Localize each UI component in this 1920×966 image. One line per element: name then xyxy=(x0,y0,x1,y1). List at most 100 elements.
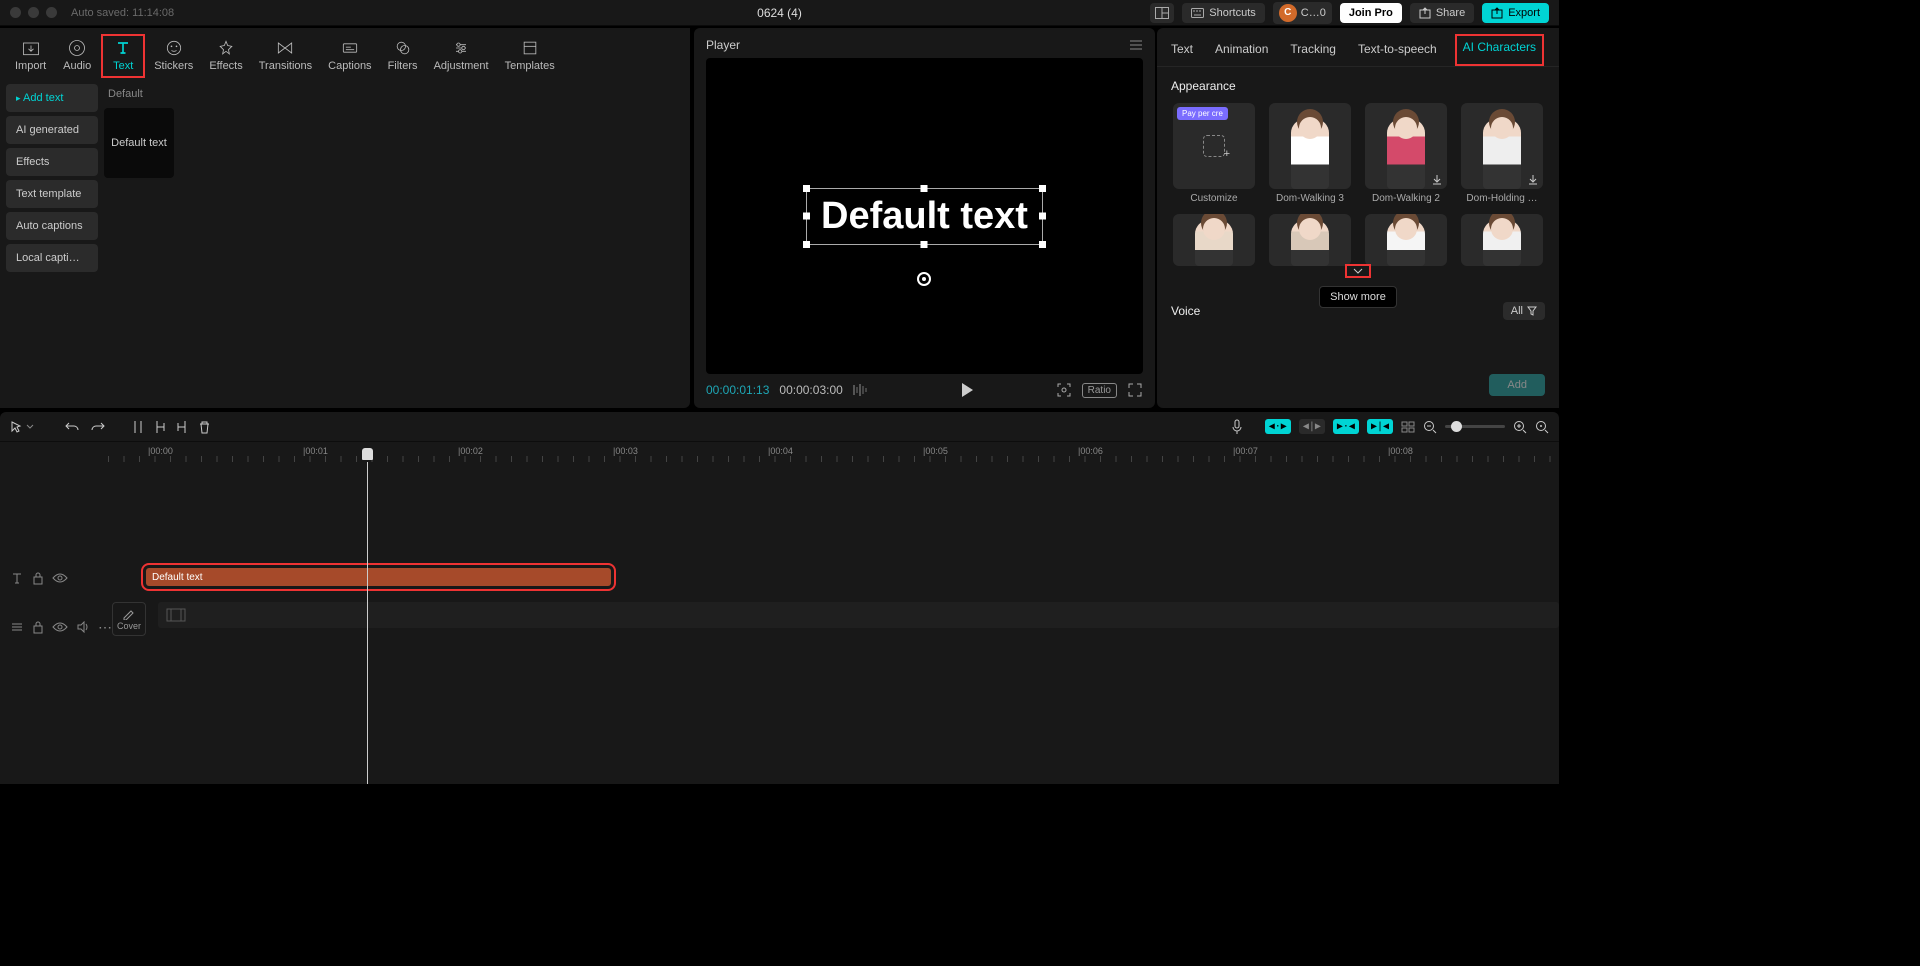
sidebar-local-captions[interactable]: Local capti… xyxy=(6,244,98,272)
tool-audio[interactable]: Audio xyxy=(55,34,99,78)
char-customize[interactable]: Pay per cre Customize xyxy=(1171,103,1257,204)
playhead[interactable] xyxy=(367,462,368,784)
zoom-slider-thumb[interactable] xyxy=(1451,421,1462,432)
tool-adjustment[interactable]: Adjustment xyxy=(427,34,496,78)
trim-right-tool[interactable] xyxy=(176,420,188,434)
sidebar-text-template[interactable]: Text template xyxy=(6,180,98,208)
titlebar: Auto saved: 11:14:08 0624 (4) Shortcuts … xyxy=(0,0,1559,26)
sidebar-ai-generated[interactable]: AI generated xyxy=(6,116,98,144)
volume-meter-icon xyxy=(853,383,879,397)
pointer-tool[interactable] xyxy=(10,420,34,434)
cover-button[interactable]: Cover xyxy=(112,602,146,636)
delete-button[interactable] xyxy=(198,420,211,434)
share-button[interactable]: Share xyxy=(1410,3,1474,23)
undo-button[interactable] xyxy=(64,420,80,434)
window-controls[interactable] xyxy=(10,7,57,18)
resize-handle-tc[interactable] xyxy=(921,185,928,192)
export-icon xyxy=(1491,7,1503,19)
snap-chip-3[interactable]: ▶·◀ xyxy=(1333,419,1359,434)
snap-chip-4[interactable]: ▶|◀ xyxy=(1367,419,1393,434)
preview-canvas[interactable]: Default text xyxy=(706,58,1143,374)
trim-left-tool[interactable] xyxy=(154,420,166,434)
reorder-icon[interactable] xyxy=(10,620,24,634)
split-tool[interactable] xyxy=(132,420,144,434)
zoom-slider[interactable] xyxy=(1445,425,1505,428)
preview-text: Default text xyxy=(821,195,1028,238)
resize-handle-br[interactable] xyxy=(1039,241,1046,248)
resize-handle-ml[interactable] xyxy=(803,213,810,220)
resize-handle-mr[interactable] xyxy=(1039,213,1046,220)
layout-icon[interactable] xyxy=(1150,3,1174,23)
tool-transitions[interactable]: Transitions xyxy=(252,34,319,78)
tab-tts[interactable]: Text-to-speech xyxy=(1354,36,1441,66)
lock-icon[interactable] xyxy=(32,571,44,585)
lock-icon[interactable] xyxy=(32,620,44,634)
ratio-button[interactable]: Ratio xyxy=(1082,383,1117,398)
char-item-8[interactable] xyxy=(1459,214,1545,266)
user-chip[interactable]: C C…0 xyxy=(1273,2,1332,24)
default-text-asset[interactable]: Default text xyxy=(104,108,174,178)
asset-browser: Default Default text xyxy=(104,84,684,402)
char-dom-walking-2[interactable]: Dom-Walking 2 xyxy=(1363,103,1449,204)
speaker-icon[interactable] xyxy=(76,621,90,633)
text-bounding-box[interactable]: Default text xyxy=(806,188,1043,245)
scan-icon[interactable] xyxy=(1056,382,1072,398)
zoom-out-icon[interactable] xyxy=(1423,420,1437,434)
resize-handle-bl[interactable] xyxy=(803,241,810,248)
timeline-toolbar: ◀·▶ ◀|▶ ▶·◀ ▶|◀ xyxy=(0,412,1559,442)
sidebar-add-text[interactable]: Add text xyxy=(6,84,98,112)
text-clip[interactable]: Default text xyxy=(146,568,611,586)
timeline-ruler[interactable]: |00:00 |00:01 |00:02 |00:03 |00:04 |00:0… xyxy=(108,442,1559,464)
player-menu-icon[interactable] xyxy=(1129,39,1143,51)
tab-animation[interactable]: Animation xyxy=(1211,36,1272,66)
video-track[interactable]: Cover xyxy=(108,602,1559,636)
timeline-tracks[interactable]: |00:00 |00:01 |00:02 |00:03 |00:04 |00:0… xyxy=(108,442,1559,784)
resize-handle-tr[interactable] xyxy=(1039,185,1046,192)
text-track[interactable]: Default text xyxy=(108,568,1559,588)
eye-icon[interactable] xyxy=(52,621,68,633)
tool-import[interactable]: Import xyxy=(8,34,53,78)
tab-ai-characters[interactable]: AI Characters xyxy=(1455,34,1544,66)
zoom-in-icon[interactable] xyxy=(1513,420,1527,434)
tool-stickers[interactable]: Stickers xyxy=(147,34,200,78)
char-dom-walking-3[interactable]: Dom-Walking 3 xyxy=(1267,103,1353,204)
eye-icon[interactable] xyxy=(52,572,68,584)
add-button[interactable]: Add xyxy=(1489,374,1545,396)
snap-chip-1[interactable]: ◀·▶ xyxy=(1265,419,1291,434)
chevron-down-icon xyxy=(1353,268,1363,274)
char-dom-holding[interactable]: Dom-Holding … xyxy=(1459,103,1545,204)
snap-chip-2[interactable]: ◀|▶ xyxy=(1299,419,1325,434)
close-window[interactable] xyxy=(10,7,21,18)
play-button[interactable] xyxy=(960,382,974,398)
resize-handle-bc[interactable] xyxy=(921,241,928,248)
char-item-6[interactable] xyxy=(1267,214,1353,266)
player-panel: Player Default text 00:00:01:13 00:00:03… xyxy=(694,28,1155,408)
video-track-placeholder[interactable] xyxy=(158,602,1559,628)
char-item-7[interactable] xyxy=(1363,214,1449,266)
tab-tracking[interactable]: Tracking xyxy=(1286,36,1340,66)
tool-captions[interactable]: Captions xyxy=(321,34,378,78)
tool-templates[interactable]: Templates xyxy=(498,34,562,78)
fullscreen-icon[interactable] xyxy=(1127,382,1143,398)
char-item-5[interactable] xyxy=(1171,214,1257,266)
tab-text[interactable]: Text xyxy=(1167,36,1197,66)
sidebar-auto-captions[interactable]: Auto captions xyxy=(6,212,98,240)
sidebar-effects[interactable]: Effects xyxy=(6,148,98,176)
resize-handle-tl[interactable] xyxy=(803,185,810,192)
maximize-window[interactable] xyxy=(46,7,57,18)
redo-button[interactable] xyxy=(90,420,106,434)
voice-filter-all[interactable]: All xyxy=(1503,302,1545,320)
tool-effects[interactable]: Effects xyxy=(202,34,249,78)
mic-icon[interactable] xyxy=(1231,419,1243,435)
join-pro-button[interactable]: Join Pro xyxy=(1340,3,1402,23)
zoom-fit-icon[interactable] xyxy=(1535,420,1549,434)
tool-text[interactable]: Text xyxy=(101,34,145,78)
rotate-handle[interactable] xyxy=(917,272,931,286)
export-button[interactable]: Export xyxy=(1482,3,1549,23)
minimize-window[interactable] xyxy=(28,7,39,18)
show-more-toggle[interactable] xyxy=(1345,264,1371,278)
shortcuts-button[interactable]: Shortcuts xyxy=(1182,3,1264,23)
tool-filters[interactable]: Filters xyxy=(381,34,425,78)
timeline-settings-icon[interactable] xyxy=(1401,420,1415,434)
export-label: Export xyxy=(1508,7,1540,19)
